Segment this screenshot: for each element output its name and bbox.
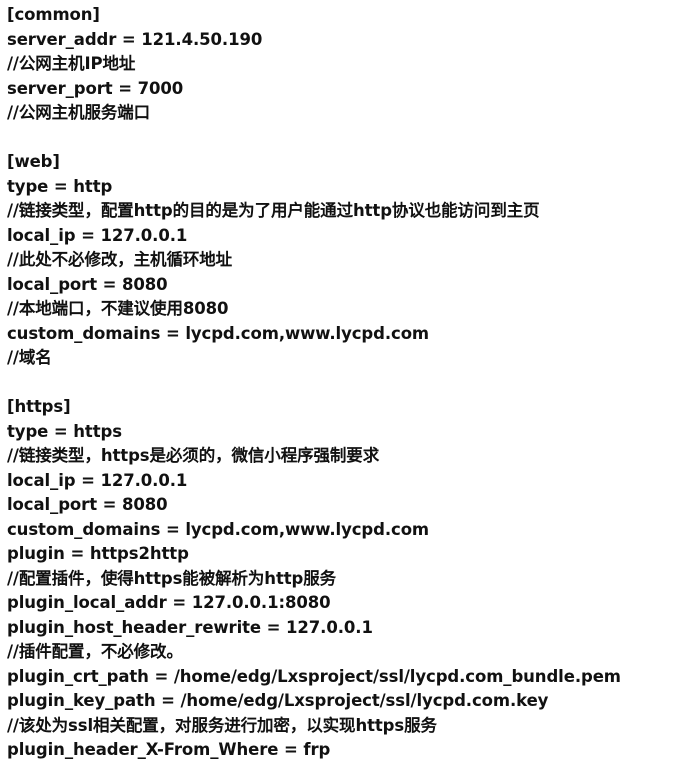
comment-line: //插件配置，不必修改。 <box>7 642 183 661</box>
comment-line: //链接类型，https是必须的，微信小程序强制要求 <box>7 446 380 465</box>
section-web: [web] type = http //链接类型，配置http的目的是为了用户能… <box>7 150 689 371</box>
section-header-common: [common] <box>7 5 100 24</box>
config-line-custom-domains: custom_domains = lycpd.com,www.lycpd.com <box>7 519 430 539</box>
section-https: [https] type = https //链接类型，https是必须的，微信… <box>7 395 689 763</box>
config-line-plugin: plugin = https2http <box>7 544 189 563</box>
config-line-plugin-crt-path: plugin_crt_path = /home/edg/Lxsproject/s… <box>7 666 621 686</box>
section-header-https: [https] <box>7 397 71 416</box>
config-line-type: type = http <box>7 176 113 196</box>
comment-line: //域名 <box>7 348 52 367</box>
config-line-type: type = https <box>7 421 122 441</box>
comment-line: //本地端口，不建议使用8080 <box>7 299 229 318</box>
config-line-local-ip: local_ip = 127.0.0.1 <box>7 225 188 245</box>
config-line-plugin-header-x-from-where: plugin_header_X-From_Where = frp <box>7 740 331 759</box>
section-common: [common] server_addr = 121.4.50.190 //公网… <box>7 3 689 126</box>
config-line-plugin-local-addr: plugin_local_addr = 127.0.0.1:8080 <box>7 593 331 612</box>
config-line-server-port: server_port = 7000 <box>7 78 184 98</box>
config-line-plugin-key-path: plugin_key_path = /home/edg/Lxsproject/s… <box>7 691 549 710</box>
config-line-local-port: local_port = 8080 <box>7 274 168 294</box>
config-line-server-addr: server_addr = 121.4.50.190 <box>7 29 263 49</box>
section-header-web: [web] <box>7 152 60 171</box>
comment-line: //配置插件，使得https能被解析为http服务 <box>7 568 337 588</box>
comment-line: //此处不必修改，主机循环地址 <box>7 250 233 269</box>
config-line-plugin-host-header-rewrite: plugin_host_header_rewrite = 127.0.0.1 <box>7 617 373 637</box>
comment-line: //该处为ssl相关配置，对服务进行加密，以实现https服务 <box>7 715 437 735</box>
comment-line: //链接类型，配置http的目的是为了用户能通过http协议也能访问到主页 <box>7 201 540 220</box>
comment-line: //公网主机IP地址 <box>7 54 136 73</box>
config-line-local-ip: local_ip = 127.0.0.1 <box>7 470 188 490</box>
comment-line: //公网主机服务端口 <box>7 103 151 122</box>
config-document: [common] server_addr = 121.4.50.190 //公网… <box>7 3 689 763</box>
config-line-local-port: local_port = 8080 <box>7 495 168 514</box>
config-line-custom-domains: custom_domains = lycpd.com,www.lycpd.com <box>7 323 430 343</box>
